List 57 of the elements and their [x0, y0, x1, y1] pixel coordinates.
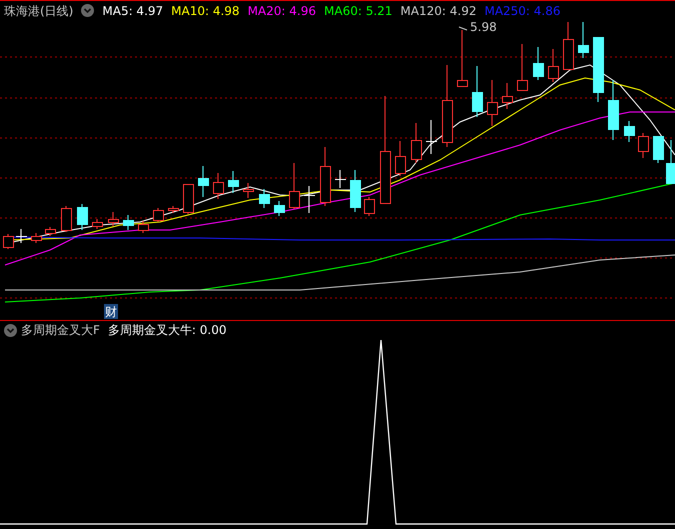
event-marker[interactable]: 财: [104, 304, 118, 319]
high-price-label: 5.98: [470, 20, 497, 34]
ma-legend-value: MA250: 4.86: [484, 2, 561, 20]
candlestick: [666, 140, 675, 184]
stock-title: 珠海港(日线): [4, 2, 74, 20]
candlestick: [153, 208, 164, 222]
candlestick: [213, 172, 224, 200]
candlestick: [3, 234, 14, 250]
candlestick: [364, 196, 375, 216]
candlestick: [108, 212, 119, 226]
candlestick: [243, 182, 254, 198]
indicator-reading: 多周期金叉大牛: 0.00: [108, 322, 226, 338]
candlestick: [517, 44, 528, 91]
candlestick: [350, 170, 361, 212]
candlestick: [472, 66, 483, 118]
ma-legend-value: MA10: 4.98: [171, 2, 240, 20]
candlestick: [563, 22, 574, 70]
candlestick: [45, 226, 56, 236]
candlestick: [274, 200, 285, 216]
candlestick: [16, 228, 27, 244]
candlestick: [624, 120, 635, 142]
candlestick: [608, 80, 619, 140]
candlestick: [533, 46, 544, 80]
candlestick: [31, 232, 42, 244]
candlestick: [304, 186, 315, 214]
candlestick: [426, 120, 437, 154]
candlestick: [289, 162, 300, 210]
candlestick: [593, 36, 604, 102]
candlestick: [487, 80, 498, 126]
candlestick: [548, 48, 559, 82]
ma-legend-value: MA5: 4.97: [102, 2, 164, 20]
candlestick: [61, 206, 72, 232]
ma-legend-value: MA120: 4.92: [400, 2, 476, 20]
ma-legend-value: MA20: 4.96: [248, 2, 316, 20]
dropdown-icon[interactable]: [81, 4, 94, 17]
candlestick: [198, 166, 209, 198]
candlestick: [92, 218, 103, 230]
candlestick: [77, 204, 88, 230]
candlestick: [395, 140, 406, 176]
candlestick: [168, 206, 179, 214]
candlestick: [502, 82, 513, 110]
candlestick: [138, 220, 149, 234]
leader-line: [458, 26, 468, 30]
candlestick: [259, 188, 270, 208]
candlestick: [653, 136, 664, 164]
candlestick: [123, 214, 134, 230]
candlestick: [183, 184, 194, 214]
candlestick: [411, 122, 422, 164]
candlestick: [320, 146, 331, 206]
candlestick: [457, 30, 468, 87]
candlestick: [228, 170, 239, 194]
indicator-title: 多周期金叉大F: [21, 322, 100, 338]
dropdown-icon[interactable]: [4, 324, 17, 336]
ma-legend-value: MA60: 5.21: [324, 2, 392, 20]
candlestick: [335, 170, 346, 188]
candlestick: [578, 22, 589, 58]
candlestick: [638, 132, 649, 158]
